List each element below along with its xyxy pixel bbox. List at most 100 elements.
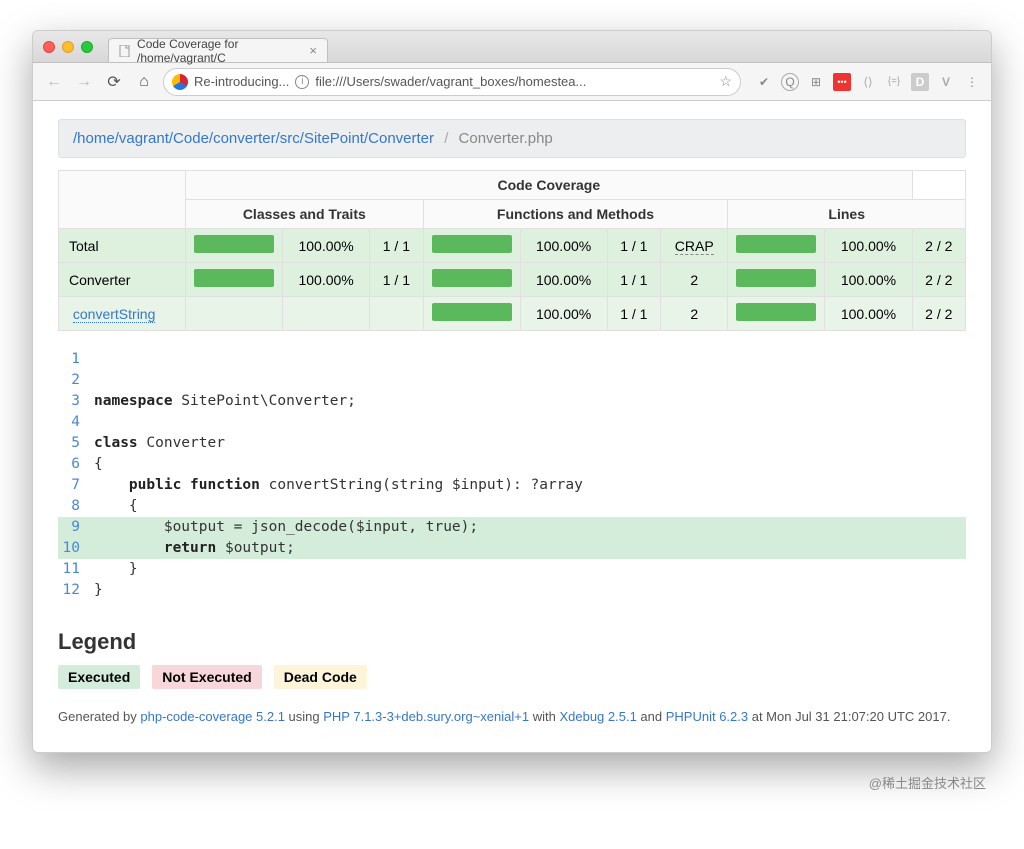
code-line: 7 public function convertString(string $… bbox=[58, 475, 966, 496]
line-code: namespace SitePoint\Converter; bbox=[94, 391, 966, 412]
th-classes: Classes and Traits bbox=[186, 200, 423, 229]
watermark: @稀土掘金技术社区 bbox=[30, 773, 994, 792]
minimize-window-button[interactable] bbox=[62, 41, 74, 53]
coverage-bar bbox=[432, 303, 512, 321]
ext-icon-v[interactable]: V bbox=[937, 73, 955, 91]
ext-icon-red[interactable]: ••• bbox=[833, 73, 851, 91]
row-name: Converter bbox=[59, 263, 186, 297]
line-number: 2 bbox=[58, 370, 94, 391]
table-row: Total100.00%1 / 1100.00%1 / 1CRAP100.00%… bbox=[59, 229, 966, 263]
code-line: 8 { bbox=[58, 496, 966, 517]
code-line: 2 bbox=[58, 370, 966, 391]
breadcrumb-link[interactable]: /home/vagrant/Code/converter/src/SitePoi… bbox=[73, 130, 434, 147]
coverage-bar bbox=[194, 269, 274, 287]
extension-icons: ✔ Q ⊞ ••• ⟨⟩ {=} D V ⋮ bbox=[755, 73, 981, 91]
legend-items: Executed Not Executed Dead Code bbox=[58, 665, 966, 689]
link-phpcov[interactable]: php-code-coverage 5.2.1 bbox=[140, 709, 285, 724]
ext-icon-braces[interactable]: {=} bbox=[885, 73, 903, 91]
tab-title: Code Coverage for /home/vagrant/C bbox=[137, 37, 303, 65]
coverage-bar bbox=[736, 235, 816, 253]
code-line: 5class Converter bbox=[58, 433, 966, 454]
line-number: 8 bbox=[58, 496, 94, 517]
th-main: Code Coverage bbox=[186, 171, 913, 200]
titlebar: Code Coverage for /home/vagrant/C × bbox=[33, 31, 991, 63]
ext-icon-q[interactable]: Q bbox=[781, 73, 799, 91]
code-line: 9 $output = json_decode($input, true); bbox=[58, 517, 966, 538]
back-button[interactable]: ← bbox=[43, 71, 65, 93]
breadcrumb: /home/vagrant/Code/converter/src/SitePoi… bbox=[58, 119, 966, 158]
th-functions: Functions and Methods bbox=[423, 200, 728, 229]
breadcrumb-current: Converter.php bbox=[459, 130, 553, 147]
line-number: 9 bbox=[58, 517, 94, 538]
code-line: 3namespace SitePoint\Converter; bbox=[58, 391, 966, 412]
toolbar: ← → ⟳ ⌂ Re-introducing... i file:///User… bbox=[33, 63, 991, 101]
table-row: convertString100.00%1 / 12100.00%2 / 2 bbox=[59, 297, 966, 331]
legend-dead-code: Dead Code bbox=[274, 665, 367, 689]
menu-button[interactable]: ⋮ bbox=[963, 73, 981, 91]
line-code: } bbox=[94, 559, 966, 580]
tab-close-icon[interactable]: × bbox=[309, 43, 317, 58]
legend-title: Legend bbox=[58, 629, 966, 655]
legend-section: Legend Executed Not Executed Dead Code bbox=[58, 629, 966, 689]
page-icon bbox=[119, 44, 131, 58]
line-number: 7 bbox=[58, 475, 94, 496]
table-row: Converter100.00%1 / 1100.00%1 / 12100.00… bbox=[59, 263, 966, 297]
crap-header: CRAP bbox=[675, 238, 714, 255]
browser-tab[interactable]: Code Coverage for /home/vagrant/C × bbox=[108, 38, 328, 62]
line-number: 10 bbox=[58, 538, 94, 559]
line-number: 3 bbox=[58, 391, 94, 412]
browser-window: Code Coverage for /home/vagrant/C × ← → … bbox=[32, 30, 992, 753]
reload-button[interactable]: ⟳ bbox=[103, 71, 125, 93]
line-code bbox=[94, 412, 966, 433]
coverage-bar bbox=[736, 303, 816, 321]
code-line: 4 bbox=[58, 412, 966, 433]
source-code: 123namespace SitePoint\Converter;45class… bbox=[58, 349, 966, 601]
forward-button[interactable]: → bbox=[73, 71, 95, 93]
coverage-bar bbox=[432, 235, 512, 253]
link-php[interactable]: PHP 7.1.3-3+deb.sury.org~xenial+1 bbox=[323, 709, 529, 724]
line-code: return $output; bbox=[94, 538, 966, 559]
code-line: 12} bbox=[58, 580, 966, 601]
omnibox[interactable]: Re-introducing... i file:///Users/swader… bbox=[163, 68, 741, 96]
ext-icon-grid[interactable]: ⊞ bbox=[807, 73, 825, 91]
legend-executed: Executed bbox=[58, 665, 140, 689]
close-window-button[interactable] bbox=[43, 41, 55, 53]
link-xdebug[interactable]: Xdebug 2.5.1 bbox=[559, 709, 636, 724]
line-number: 6 bbox=[58, 454, 94, 475]
ext-icon-check[interactable]: ✔ bbox=[755, 73, 773, 91]
ext-icon-dev[interactable]: ⟨⟩ bbox=[859, 73, 877, 91]
method-link[interactable]: convertString bbox=[73, 306, 155, 323]
url-text: file:///Users/swader/vagrant_boxes/homes… bbox=[315, 74, 709, 89]
maximize-window-button[interactable] bbox=[81, 41, 93, 53]
breadcrumb-sep: / bbox=[438, 130, 454, 147]
code-line: 6{ bbox=[58, 454, 966, 475]
th-name bbox=[59, 171, 186, 229]
coverage-bar bbox=[736, 269, 816, 287]
legend-not-executed: Not Executed bbox=[152, 665, 261, 689]
line-code: public function convertString(string $in… bbox=[94, 475, 966, 496]
coverage-bar bbox=[432, 269, 512, 287]
line-code: $output = json_decode($input, true); bbox=[94, 517, 966, 538]
coverage-table: Code Coverage Classes and Traits Functio… bbox=[58, 170, 966, 331]
traffic-lights bbox=[43, 41, 93, 53]
line-number: 11 bbox=[58, 559, 94, 580]
line-code: } bbox=[94, 580, 966, 601]
page-content: /home/vagrant/Code/converter/src/SitePoi… bbox=[33, 101, 991, 752]
tabs-row: Code Coverage for /home/vagrant/C × bbox=[108, 31, 328, 62]
bookmark-star-icon[interactable]: ☆ bbox=[719, 73, 732, 90]
site-info-icon[interactable]: i bbox=[295, 75, 309, 89]
line-code bbox=[94, 370, 966, 391]
line-code: { bbox=[94, 496, 966, 517]
link-phpunit[interactable]: PHPUnit 6.2.3 bbox=[666, 709, 748, 724]
th-lines: Lines bbox=[728, 200, 966, 229]
ext-icon-d[interactable]: D bbox=[911, 73, 929, 91]
line-number: 1 bbox=[58, 349, 94, 370]
code-line: 11 } bbox=[58, 559, 966, 580]
home-button[interactable]: ⌂ bbox=[133, 71, 155, 93]
code-line: 10 return $output; bbox=[58, 538, 966, 559]
line-number: 12 bbox=[58, 580, 94, 601]
row-name: Total bbox=[59, 229, 186, 263]
bookmark-favicon bbox=[172, 74, 188, 90]
line-code: { bbox=[94, 454, 966, 475]
line-number: 4 bbox=[58, 412, 94, 433]
